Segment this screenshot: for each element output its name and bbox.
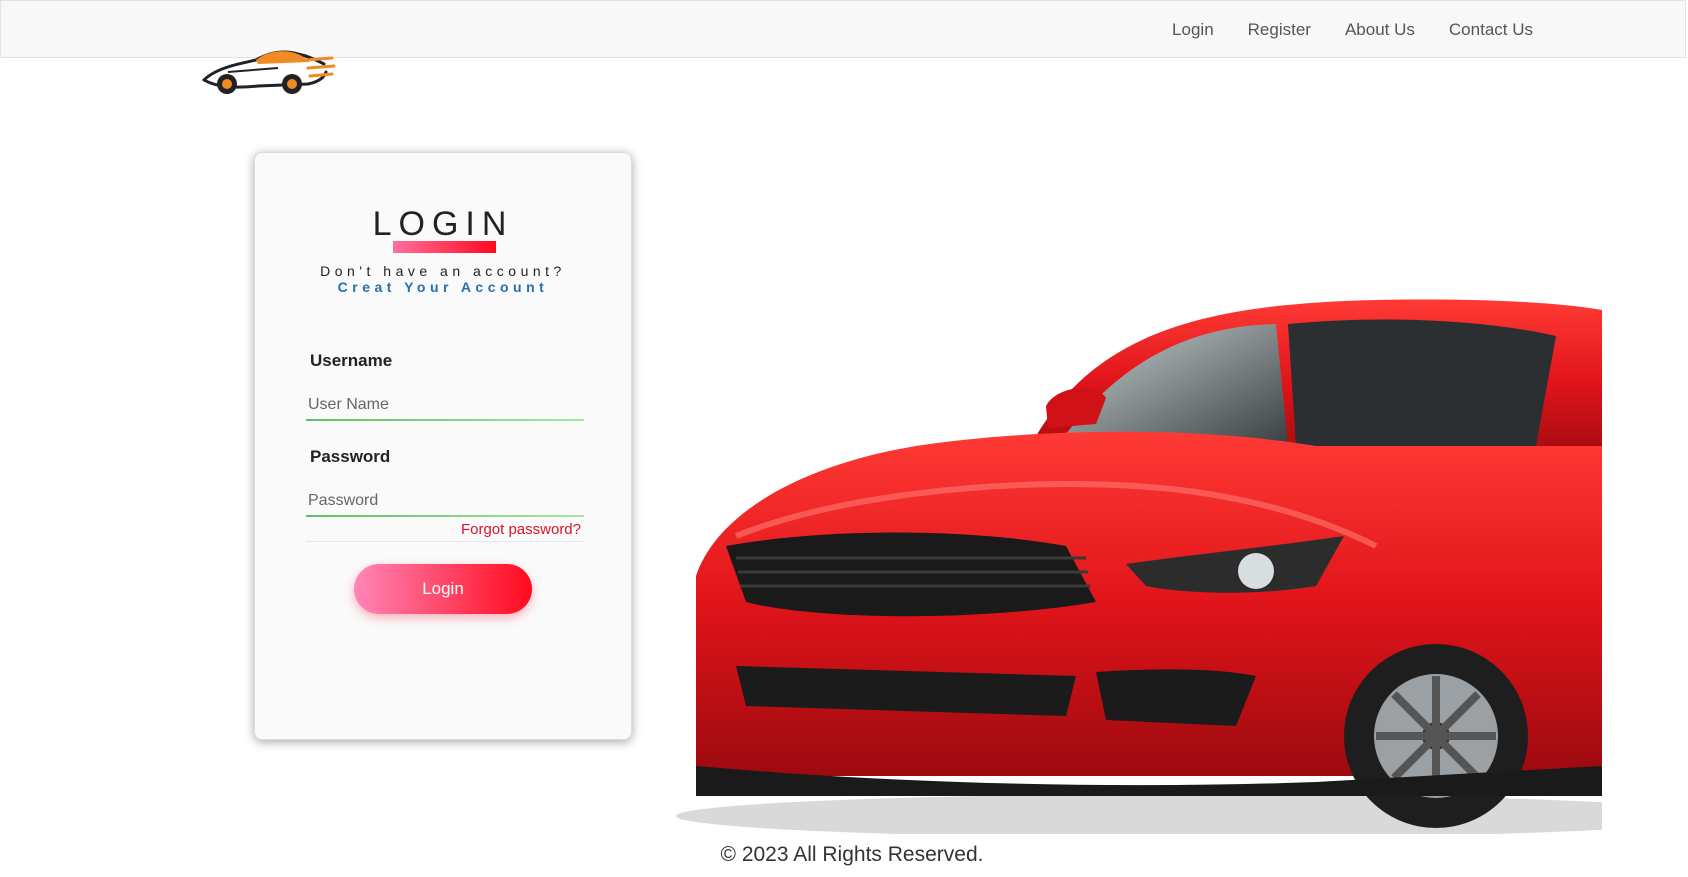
username-label: Username <box>310 351 393 370</box>
sports-car-logo[interactable] <box>198 46 336 100</box>
forgot-password-link[interactable]: Forgot password? <box>461 521 581 538</box>
divider <box>306 541 584 542</box>
footer-copyright: © 2023 All Rights Reserved. <box>720 843 984 866</box>
red-car-image <box>676 299 1602 834</box>
nav-links: Login Register About Us Contact Us <box>1138 1 1533 59</box>
username-input[interactable] <box>306 391 584 421</box>
login-card: LOGIN Don't have an account? Creat Your … <box>254 152 632 740</box>
create-account-link[interactable]: Creat Your Account <box>255 279 631 295</box>
login-button[interactable]: Login <box>354 564 532 614</box>
password-input[interactable] <box>306 487 584 517</box>
title-underline <box>393 241 496 253</box>
nav-login-link[interactable]: Login <box>1172 20 1214 40</box>
no-account-text: Don't have an account? <box>320 263 566 279</box>
nav-contact-link[interactable]: Contact Us <box>1449 20 1533 40</box>
password-label: Password <box>310 447 391 466</box>
nav-register-link[interactable]: Register <box>1248 20 1311 40</box>
login-title: LOGIN <box>372 205 514 243</box>
nav-about-link[interactable]: About Us <box>1345 20 1415 40</box>
